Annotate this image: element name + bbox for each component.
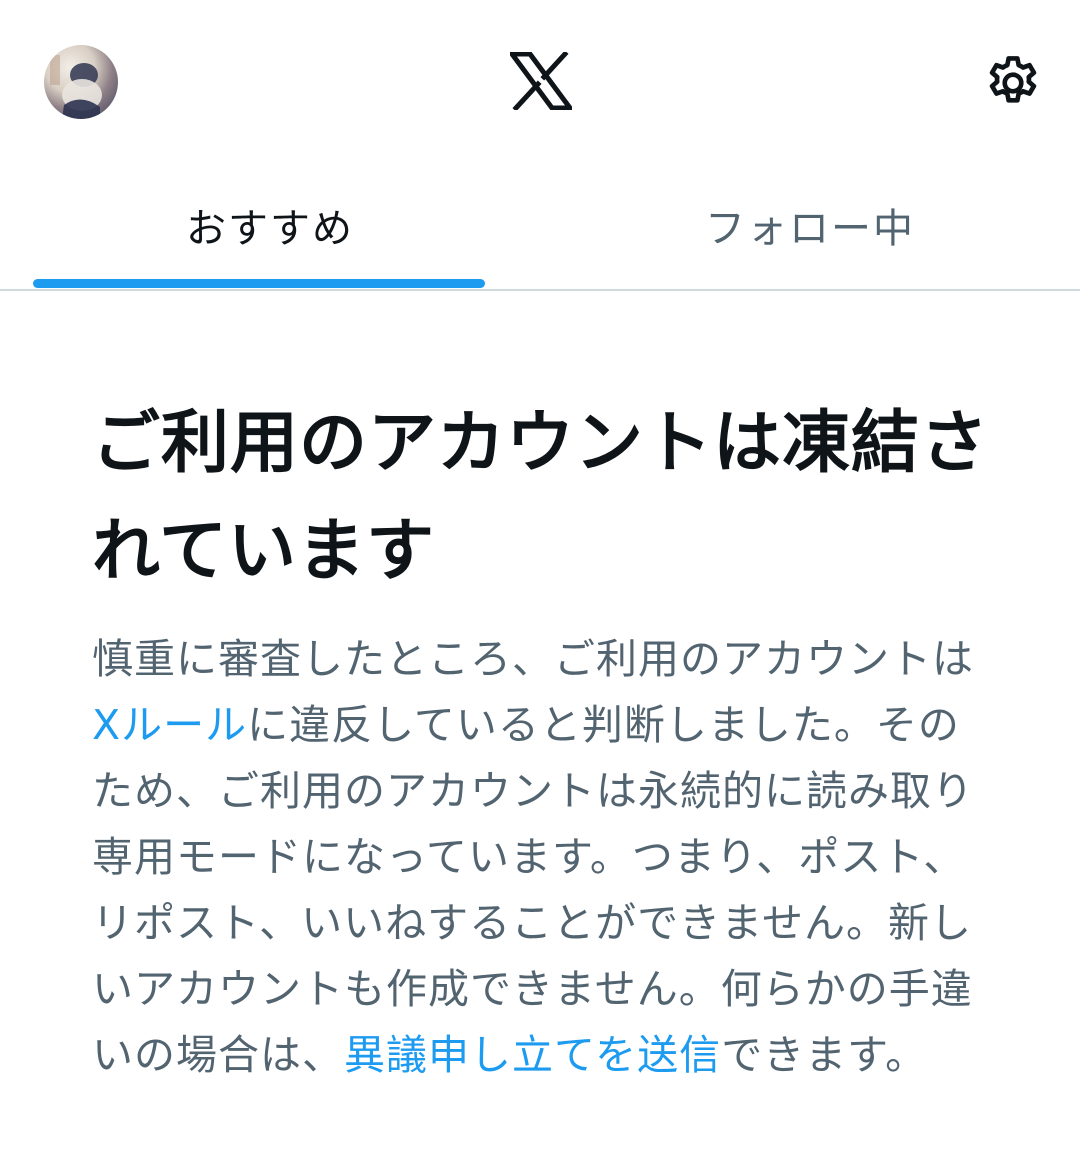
active-tab-indicator [33, 279, 485, 288]
notice-title: ご利用のアカウントは凍結されています [92, 404, 990, 591]
notice-body-part2: に違反していると判断しました。そのため、ご利用のアカウントは永続的に読み取り専用… [92, 701, 974, 1079]
timeline-tabs: おすすめ フォロー中 [0, 165, 1080, 291]
avatar[interactable] [44, 45, 118, 119]
avatar-image [50, 55, 102, 119]
notice-body: 慎重に審査したところ、ご利用のアカウントは Xルールに違反していると判断しました。… [92, 626, 992, 1088]
tab-following[interactable]: フォロー中 [540, 165, 1080, 289]
top-bar [0, 0, 1080, 165]
notice-body-part3: できます。 [721, 1031, 928, 1079]
notice-body-part1: 慎重に審査したところ、ご利用のアカウントは [92, 635, 974, 683]
gear-icon[interactable] [982, 52, 1044, 114]
tab-recommended-label: おすすめ [186, 206, 354, 252]
tab-recommended[interactable]: おすすめ [0, 165, 540, 289]
tab-following-label: フォロー中 [705, 206, 915, 252]
x-logo-icon[interactable] [507, 50, 575, 112]
x-rules-link[interactable]: Xルール [92, 701, 247, 749]
suspension-notice: ご利用のアカウントは凍結されています 慎重に審査したところ、ご利用のアカウントは… [92, 390, 992, 1088]
appeal-link[interactable]: 異議申し立てを送信 [344, 1031, 721, 1079]
